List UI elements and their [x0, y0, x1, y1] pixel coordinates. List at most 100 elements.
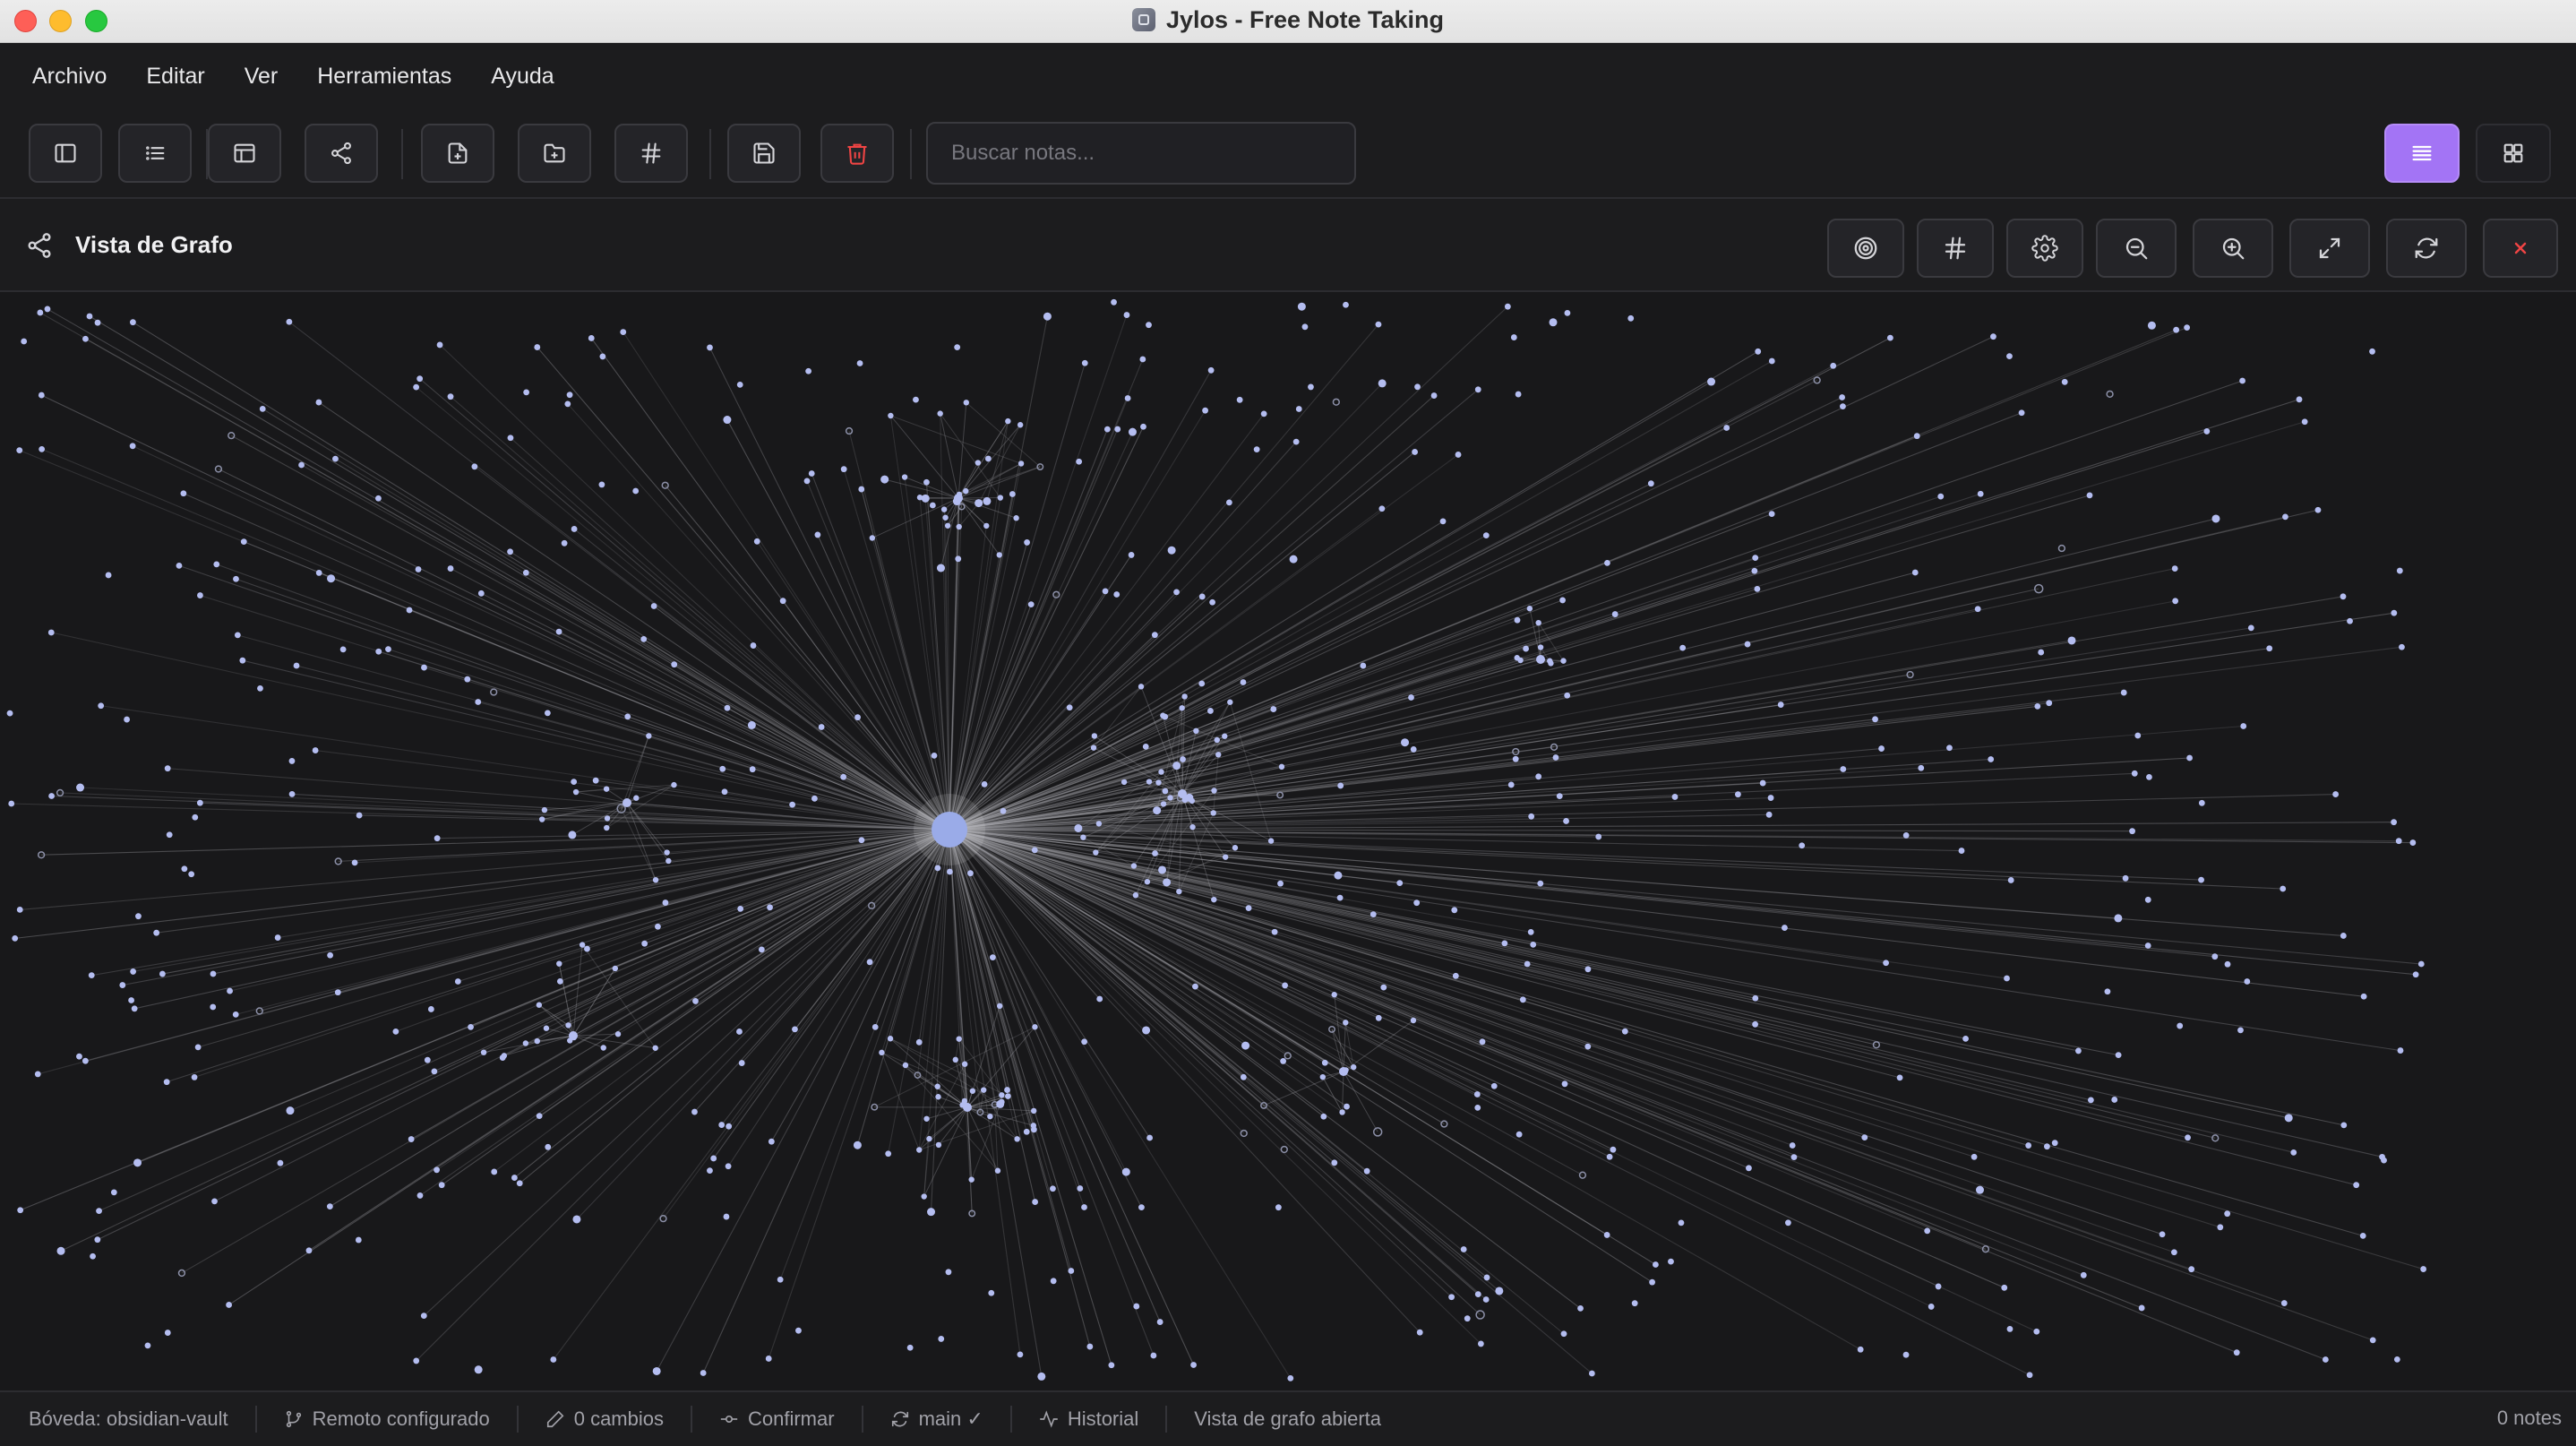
graph-node[interactable]: [351, 859, 358, 866]
graph-node[interactable]: [1723, 425, 1730, 431]
tag-filter-button[interactable]: [1917, 219, 1994, 278]
graph-node[interactable]: [105, 572, 112, 579]
graph-node[interactable]: [227, 987, 233, 994]
graph-node[interactable]: [1878, 745, 1885, 752]
graph-node[interactable]: [315, 399, 322, 406]
graph-node[interactable]: [2282, 513, 2288, 521]
graph-node[interactable]: [768, 1138, 775, 1145]
graph-node[interactable]: [935, 1094, 941, 1100]
graph-node[interactable]: [872, 1023, 879, 1030]
graph-node[interactable]: [721, 788, 728, 796]
graph-node[interactable]: [1207, 708, 1214, 714]
graph-node[interactable]: [1474, 1104, 1481, 1111]
graph-node[interactable]: [2332, 791, 2340, 797]
graph-node[interactable]: [2353, 1182, 2360, 1189]
graph-node[interactable]: [1647, 480, 1654, 487]
graph-node[interactable]: [1530, 941, 1537, 948]
graph-node[interactable]: [416, 1192, 424, 1199]
graph-node[interactable]: [1222, 733, 1228, 739]
graph-node[interactable]: [1621, 1028, 1628, 1035]
commit-button[interactable]: Confirmar: [719, 1407, 835, 1431]
graph-node[interactable]: [632, 487, 640, 495]
graph-node[interactable]: [1032, 1199, 1039, 1205]
graph-node[interactable]: [1180, 756, 1186, 762]
graph-node[interactable]: [655, 923, 661, 930]
graph-node[interactable]: [2198, 876, 2204, 883]
graph-node[interactable]: [662, 899, 669, 906]
graph-node[interactable]: [1886, 334, 1893, 341]
graph-node[interactable]: [56, 1246, 65, 1255]
graph-node[interactable]: [392, 1028, 399, 1035]
graph-node[interactable]: [915, 1038, 923, 1046]
graph-node[interactable]: [1023, 1128, 1030, 1135]
graph-node[interactable]: [929, 502, 936, 509]
graph-node[interactable]: [1799, 842, 1806, 849]
graph-node[interactable]: [1584, 1043, 1592, 1050]
graph-node[interactable]: [1782, 925, 1788, 931]
graph-node[interactable]: [1830, 362, 1837, 369]
graph-node[interactable]: [1124, 395, 1131, 401]
graph-node[interactable]: [738, 1060, 745, 1066]
graph-node[interactable]: [2111, 1097, 2118, 1103]
graph-node[interactable]: [436, 341, 443, 349]
graph-node[interactable]: [1133, 1303, 1140, 1310]
graph-node[interactable]: [981, 780, 988, 788]
graph-node[interactable]: [1668, 1258, 1674, 1265]
graph-node[interactable]: [1278, 763, 1285, 770]
graph-node[interactable]: [2129, 828, 2135, 835]
graph-node[interactable]: [38, 392, 45, 399]
graph-node[interactable]: [665, 857, 672, 865]
graph-node[interactable]: [1068, 1268, 1075, 1274]
graph-node[interactable]: [339, 646, 347, 653]
graph-node[interactable]: [1455, 452, 1462, 458]
graph-node[interactable]: [327, 951, 334, 959]
graph-node[interactable]: [840, 466, 847, 473]
graph-node[interactable]: [568, 831, 577, 839]
graph-node[interactable]: [86, 313, 93, 320]
graph-node[interactable]: [2025, 1142, 2032, 1149]
graph-node[interactable]: [1490, 1082, 1498, 1089]
graph-node[interactable]: [408, 1136, 415, 1142]
graph-node[interactable]: [164, 1330, 171, 1336]
graph-node[interactable]: [736, 381, 743, 388]
graph-node[interactable]: [879, 1049, 885, 1056]
graph-node[interactable]: [507, 435, 514, 442]
graph-node[interactable]: [1282, 982, 1289, 989]
menu-editar[interactable]: Editar: [146, 64, 204, 90]
graph-node[interactable]: [1140, 423, 1146, 430]
graph-node[interactable]: [1280, 1058, 1287, 1064]
graph-node[interactable]: [1556, 793, 1563, 800]
graph-node[interactable]: [2006, 353, 2013, 360]
graph-node[interactable]: [975, 460, 982, 466]
graph-node[interactable]: [1167, 795, 1173, 801]
graph-node[interactable]: [196, 799, 203, 806]
graph-node[interactable]: [522, 1040, 529, 1046]
graph-node[interactable]: [854, 714, 861, 721]
graph-node[interactable]: [516, 1180, 523, 1187]
graph-node[interactable]: [1563, 818, 1569, 824]
graph-node[interactable]: [723, 416, 732, 425]
graph-node[interactable]: [1138, 684, 1145, 690]
graph-node[interactable]: [1840, 403, 1846, 410]
graph-node[interactable]: [16, 447, 23, 454]
graph-node[interactable]: [2172, 598, 2179, 605]
graph-node[interactable]: [434, 835, 441, 842]
graph-node[interactable]: [2086, 492, 2093, 499]
graph-node[interactable]: [869, 535, 876, 541]
graph-node[interactable]: [1181, 796, 1189, 804]
graph-node[interactable]: [1024, 539, 1030, 546]
graph-node[interactable]: [2061, 378, 2068, 385]
graph-node[interactable]: [210, 970, 217, 977]
graph-node[interactable]: [1005, 417, 1011, 425]
graph-node[interactable]: [1162, 788, 1169, 795]
graph-node[interactable]: [1146, 322, 1152, 329]
graph-node[interactable]: [1132, 892, 1139, 899]
menu-herramientas[interactable]: Herramientas: [317, 64, 451, 90]
graph-node[interactable]: [1913, 433, 1920, 440]
graph-node[interactable]: [1975, 1185, 1984, 1194]
graph-node[interactable]: [1784, 1219, 1791, 1227]
graph-node[interactable]: [1410, 746, 1417, 753]
graph-node[interactable]: [2026, 1372, 2033, 1379]
graph-node[interactable]: [967, 870, 974, 877]
graph-node[interactable]: [1081, 359, 1088, 366]
